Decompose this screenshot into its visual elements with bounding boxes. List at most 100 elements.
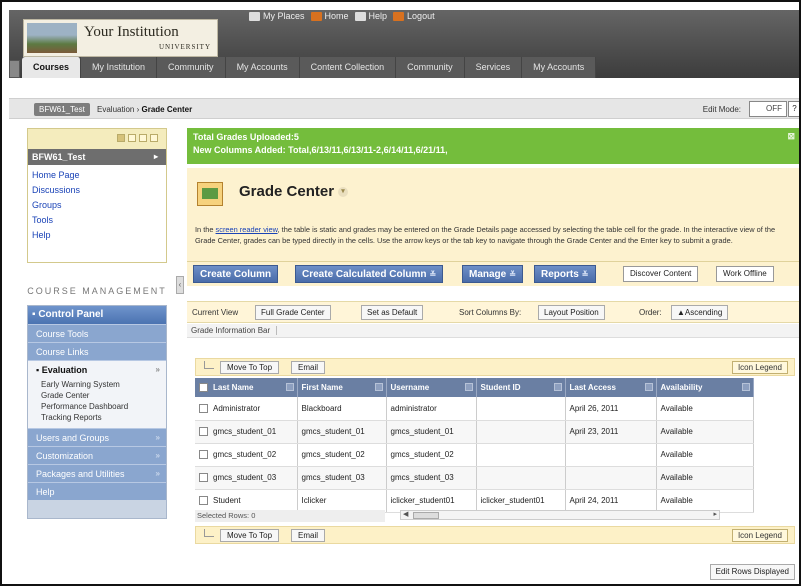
row-checkbox[interactable] xyxy=(199,403,208,413)
tab-my-accounts[interactable]: My Accounts xyxy=(225,57,300,78)
row-checkbox[interactable] xyxy=(199,450,208,460)
column-header-last-name[interactable]: Last Name xyxy=(195,378,298,397)
cell-username[interactable]: gmcs_student_01 xyxy=(386,420,477,444)
cell-last-access[interactable]: April 23, 2011 xyxy=(565,420,657,444)
cp-item-packages-utilities[interactable]: Packages and Utilities » xyxy=(28,464,166,482)
column-menu-icon[interactable] xyxy=(553,383,562,391)
close-icon[interactable]: ⊠ xyxy=(787,130,795,143)
scroll-thumb[interactable] xyxy=(413,512,439,519)
column-header-username[interactable]: Username xyxy=(386,378,477,397)
cp-item-course-links[interactable]: Course Links xyxy=(28,342,166,360)
screen-reader-view-link[interactable]: screen reader view xyxy=(216,225,278,234)
chevron-down-icon[interactable]: ▾ xyxy=(338,187,349,198)
row-checkbox[interactable] xyxy=(199,427,208,437)
cell-first-name[interactable]: gmcs_student_02 xyxy=(297,443,387,467)
column-header-student-id[interactable]: Student ID xyxy=(476,378,566,397)
cell-last-name[interactable]: gmcs_student_02 xyxy=(195,443,298,467)
cell-availability[interactable]: Available xyxy=(656,397,754,421)
view-list-icon[interactable] xyxy=(117,134,125,142)
cell-availability[interactable]: Available xyxy=(656,443,754,467)
tab-my-accounts-2[interactable]: My Accounts xyxy=(522,57,597,78)
column-header-last-access[interactable]: Last Access xyxy=(565,378,657,397)
course-menu-title[interactable]: BFW61_Test ▸ xyxy=(28,149,166,165)
top-link-help[interactable]: Help xyxy=(354,11,387,21)
cp-sub-early-warning[interactable]: Early Warning System xyxy=(41,379,166,390)
breadcrumb-section[interactable]: Evaluation xyxy=(97,105,134,114)
cell-first-name[interactable]: gmcs_student_03 xyxy=(297,466,387,490)
cell-availability[interactable]: Available xyxy=(656,466,754,490)
top-link-my-places[interactable]: My Places xyxy=(249,11,305,21)
row-checkbox[interactable] xyxy=(199,496,208,506)
cp-item-customization[interactable]: Customization » xyxy=(28,446,166,464)
breadcrumb-course[interactable]: BFW61_Test xyxy=(34,103,90,116)
cell-last-name[interactable]: gmcs_student_01 xyxy=(195,420,298,444)
column-menu-icon[interactable] xyxy=(644,383,653,391)
cell-last-name[interactable]: Administrator xyxy=(195,397,298,421)
email-button-bottom[interactable]: Email xyxy=(291,529,326,542)
cell-student-id[interactable]: iclicker_student01 xyxy=(476,489,566,513)
top-link-home[interactable]: Home xyxy=(310,11,349,21)
icon-legend-button[interactable]: Icon Legend xyxy=(731,361,788,374)
scroll-right-icon[interactable]: ▸ xyxy=(713,510,717,518)
cp-item-course-tools[interactable]: Course Tools xyxy=(28,324,166,342)
tab-community[interactable]: Community xyxy=(157,57,226,78)
cell-last-access[interactable] xyxy=(565,466,657,490)
institution-logo[interactable]: Your Institution UNIVERSITY xyxy=(23,19,218,57)
cell-username[interactable]: iclicker_student01 xyxy=(386,489,477,513)
reports-menu-button[interactable]: Reports ≚ xyxy=(534,265,596,283)
discover-content-button[interactable]: Discover Content xyxy=(623,266,699,282)
sort-columns-select[interactable]: Layout Position xyxy=(538,305,605,320)
cell-last-access[interactable]: April 26, 2011 xyxy=(565,397,657,421)
top-link-logout[interactable]: Logout xyxy=(393,11,435,21)
tab-my-institution[interactable]: My Institution xyxy=(81,57,158,78)
page-help-button[interactable]: ? xyxy=(788,101,799,117)
cell-username[interactable]: administrator xyxy=(386,397,477,421)
new-window-icon[interactable] xyxy=(139,134,147,142)
tab-services[interactable]: Services xyxy=(464,57,523,78)
column-menu-icon[interactable] xyxy=(464,383,473,391)
cell-last-access[interactable]: April 24, 2011 xyxy=(565,489,657,513)
cp-item-evaluation[interactable]: ▪ Evaluation» xyxy=(28,360,166,378)
create-calculated-column-button[interactable]: Create Calculated Column ≚ xyxy=(295,265,444,283)
column-menu-icon[interactable] xyxy=(741,383,750,391)
course-link-discussions[interactable]: Discussions xyxy=(32,183,162,198)
control-panel-header[interactable]: ▪ Control Panel xyxy=(28,306,166,324)
course-link-home-page[interactable]: Home Page xyxy=(32,168,162,183)
view-folder-icon[interactable] xyxy=(128,134,136,142)
cell-last-name[interactable]: Student xyxy=(195,489,298,513)
current-view-select[interactable]: Full Grade Center xyxy=(255,305,331,320)
email-button[interactable]: Email xyxy=(291,361,326,374)
row-checkbox[interactable] xyxy=(199,473,208,483)
icon-legend-button-bottom[interactable]: Icon Legend xyxy=(731,529,788,542)
cell-availability[interactable]: Available xyxy=(656,420,754,444)
course-link-tools[interactable]: Tools xyxy=(32,213,162,228)
tab-menu-handle[interactable] xyxy=(9,60,20,78)
cell-student-id[interactable] xyxy=(476,397,566,421)
cp-sub-performance-dashboard[interactable]: Performance Dashboard xyxy=(41,401,166,412)
select-all-checkbox[interactable] xyxy=(199,383,208,393)
work-offline-button[interactable]: Work Offline xyxy=(716,266,774,282)
edit-mode-toggle[interactable]: OFF xyxy=(749,101,787,117)
move-to-top-button[interactable]: Move To Top xyxy=(220,361,280,374)
course-link-help[interactable]: Help xyxy=(32,228,162,243)
cell-last-access[interactable] xyxy=(565,443,657,467)
create-column-button[interactable]: Create Column xyxy=(193,265,279,283)
cell-first-name[interactable]: Blackboard xyxy=(297,397,387,421)
cell-student-id[interactable] xyxy=(476,420,566,444)
cell-first-name[interactable]: gmcs_student_01 xyxy=(297,420,387,444)
column-header-first-name[interactable]: First Name xyxy=(297,378,387,397)
cell-username[interactable]: gmcs_student_02 xyxy=(386,443,477,467)
cp-item-users-groups[interactable]: Users and Groups » xyxy=(28,428,166,446)
set-default-button[interactable]: Set as Default xyxy=(361,305,424,320)
collapse-menu-button[interactable]: ‹ xyxy=(176,276,184,294)
cell-student-id[interactable] xyxy=(476,466,566,490)
cp-sub-grade-center[interactable]: Grade Center xyxy=(41,390,166,401)
cell-username[interactable]: gmcs_student_03 xyxy=(386,466,477,490)
cp-sub-tracking-reports[interactable]: Tracking Reports xyxy=(41,412,166,423)
course-link-groups[interactable]: Groups xyxy=(32,198,162,213)
horizontal-scrollbar[interactable]: ◀ ▸ xyxy=(400,510,720,520)
tab-community-2[interactable]: Community xyxy=(396,57,465,78)
cell-student-id[interactable] xyxy=(476,443,566,467)
refresh-icon[interactable] xyxy=(150,134,158,142)
column-header-availability[interactable]: Availability xyxy=(656,378,754,397)
